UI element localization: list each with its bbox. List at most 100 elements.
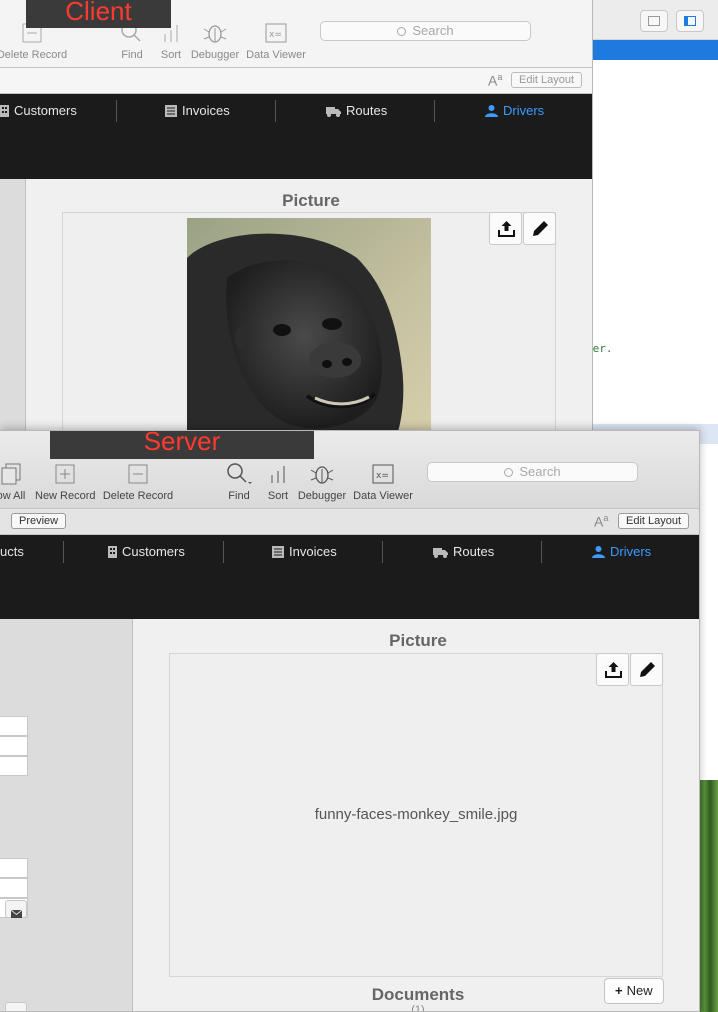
plus-icon [54,461,76,487]
ide-sidebar-toggle-button[interactable] [676,10,704,32]
server-preview-button[interactable]: Preview [11,513,67,529]
server-left-panel [0,619,133,1011]
building-icon [0,102,9,124]
sort-icon [267,461,289,487]
ide-overlay-button[interactable] [640,10,668,32]
client-tab-invoices[interactable]: Invoices [165,100,230,122]
server-find-label: Find [228,490,250,502]
nav-divider [382,541,383,563]
truck-icon [326,102,341,124]
server-new-record-label: New Record [35,490,96,502]
client-edit-button[interactable] [523,212,556,245]
client-data-viewer-button[interactable]: x= Data Viewer [244,20,308,61]
text-size-icon[interactable]: Aa [594,513,608,530]
server-edit-layout-button[interactable]: Edit Layout [618,513,690,529]
client-picture-container [62,212,556,430]
form-field[interactable] [0,716,28,736]
nav-divider [275,100,276,122]
data-viewer-icon: x= [263,20,289,46]
ide-toolbar [592,0,718,40]
form-field[interactable] [0,756,28,776]
server-show-all-button[interactable]: ow All [0,461,30,502]
ide-tab-bar [592,40,718,60]
server-debugger-button[interactable]: Debugger [296,461,348,502]
server-tab-invoices[interactable]: Invoices [272,541,337,563]
lookup-button[interactable] [5,1002,27,1011]
nav-divider [116,100,117,122]
pencil-icon [639,661,656,683]
nav-divider [434,100,435,122]
truck-icon [433,543,448,565]
bug-icon [202,20,228,46]
client-tab-invoices-label: Invoices [182,103,230,118]
client-label-overlay: Client [26,0,171,28]
server-search-input[interactable]: Search [427,462,638,482]
server-label-overlay: Server [50,431,314,459]
nav-divider [223,541,224,563]
client-tab-customers-label: Customers [14,103,77,118]
client-tab-routes[interactable]: Routes [326,100,387,122]
form-field[interactable] [0,858,28,878]
server-show-all-label: ow All [0,490,26,502]
client-upload-button[interactable] [489,212,522,245]
form-field[interactable] [0,878,28,898]
server-documents-new-button[interactable]: + New [604,978,664,1004]
server-edit-button[interactable] [630,653,663,686]
search-icon [397,27,407,36]
invoice-icon [165,102,177,124]
client-debugger-button[interactable]: Debugger [189,20,241,61]
client-window: Delete Record Find Sort Debugger x= Data… [0,0,593,430]
server-tab-customers-label: Customers [122,544,185,559]
client-picture-title: Picture [282,191,340,210]
client-edit-layout-button[interactable]: Edit Layout [511,72,583,88]
server-tab-invoices-label: Invoices [289,544,337,559]
bug-icon [309,461,335,487]
client-find-label: Find [121,49,143,61]
upload-icon [498,220,515,242]
search-icon [504,468,514,477]
client-tab-customers[interactable]: Customers [0,100,77,122]
server-tab-routes[interactable]: Routes [433,541,494,563]
server-tab-drivers[interactable]: Drivers [592,541,651,563]
gorilla-photo [187,218,431,430]
plus-icon: + [615,983,623,998]
server-tab-products[interactable]: ucts [0,541,24,563]
server-window: ow All New Record Delete Record Find Sor… [0,430,700,1012]
person-icon [592,543,605,565]
server-layout-bar: Preview Aa Edit Layout [0,509,699,535]
overlay-icon [648,16,660,26]
svg-text:x=: x= [269,30,282,40]
email-button[interactable] [5,900,27,918]
server-tab-customers[interactable]: Customers [108,541,185,563]
server-delete-record-button[interactable]: Delete Record [102,461,174,502]
upload-icon [605,661,622,683]
invoice-icon [272,543,284,565]
server-search-placeholder: Search [519,464,561,479]
server-debugger-label: Debugger [297,490,347,502]
server-navbar: ucts Customers Invoices Routes Drivers [0,535,699,619]
background-photo-strip [698,780,718,1012]
server-sort-label: Sort [267,490,289,502]
client-left-panel [0,179,26,430]
building-icon [108,543,117,565]
server-data-viewer-button[interactable]: x= Data Viewer [351,461,415,502]
server-sort-button[interactable]: Sort [263,461,293,502]
client-search-input[interactable]: Search [320,21,531,41]
client-navbar: Customers Invoices Routes Drivers [0,94,592,179]
server-find-button[interactable]: Find [222,461,256,502]
client-content: Picture [0,179,592,430]
svg-text:x=: x= [376,471,389,481]
server-documents-new-label: New [626,983,653,998]
server-tab-drivers-label: Drivers [610,544,652,559]
form-field[interactable] [0,736,28,756]
server-upload-button[interactable] [596,653,629,686]
server-new-record-button[interactable]: New Record [35,461,96,502]
client-tab-drivers[interactable]: Drivers [485,100,544,122]
server-content: Picture funny-faces-monkey_smile.jpg Doc… [0,619,699,1011]
text-size-icon[interactable]: Aa [488,72,502,89]
server-delete-record-label: Delete Record [102,490,174,502]
client-debugger-label: Debugger [190,49,240,61]
client-tab-routes-label: Routes [346,103,388,118]
client-sort-label: Sort [160,49,182,61]
server-picture-title: Picture [389,631,447,650]
